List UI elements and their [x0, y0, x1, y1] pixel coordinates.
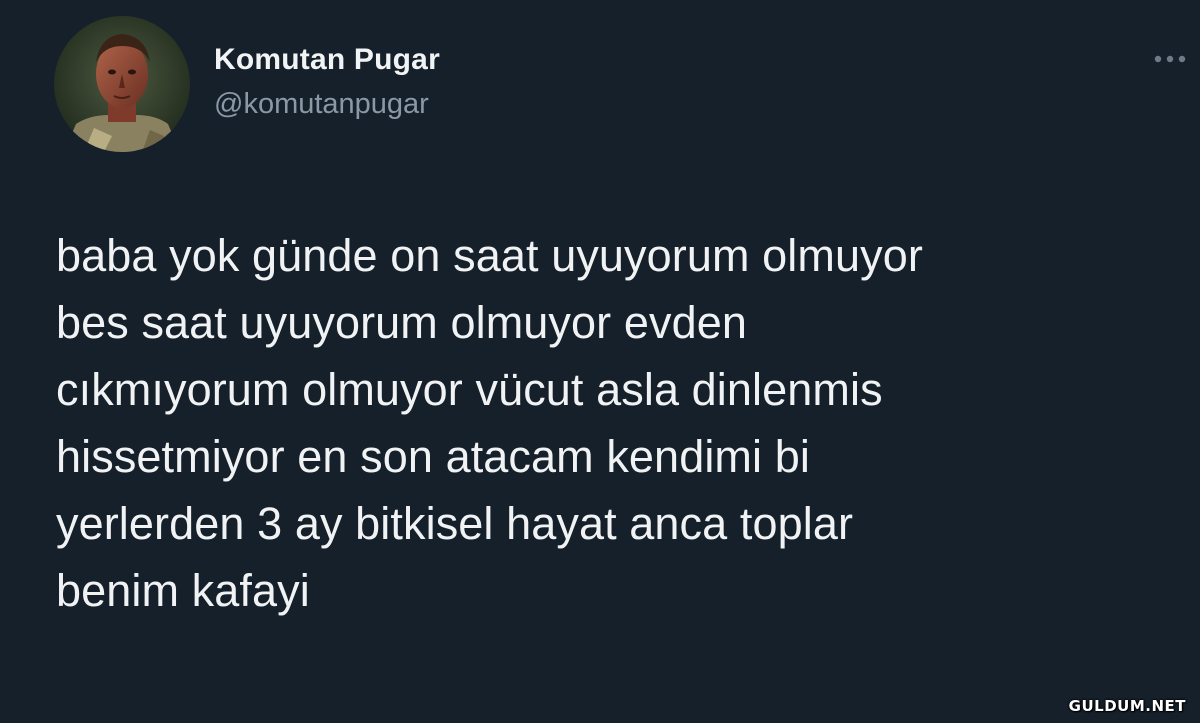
watermark: GULDUM.NET	[1068, 697, 1186, 715]
author-display-name[interactable]: Komutan Pugar	[214, 40, 440, 80]
author-block: Komutan Pugar @komutanpugar	[214, 40, 440, 124]
more-options-icon	[1154, 55, 1186, 63]
tweet-card: Komutan Pugar @komutanpugar baba yok gün…	[0, 0, 1200, 723]
avatar[interactable]	[54, 16, 190, 152]
author-handle[interactable]: @komutanpugar	[214, 84, 440, 124]
tweet-text-line: hissetmiyor en son atacam kendimi bi	[56, 431, 810, 482]
tweet-text-line: benim kafayi	[56, 565, 310, 616]
tweet-text: baba yok günde on saat uyuyorum olmuyor …	[56, 222, 1186, 624]
tweet-text-line: cıkmıyorum olmuyor vücut asla dinlenmis	[56, 364, 883, 415]
more-options-button[interactable]	[1148, 44, 1192, 74]
tweet-text-line: yerlerden 3 ay bitkisel hayat anca topla…	[56, 498, 854, 549]
avatar-portrait-icon	[54, 16, 190, 152]
tweet-text-line: baba yok günde on saat uyuyorum olmuyor	[56, 230, 923, 281]
tweet-text-line: bes saat uyuyorum olmuyor evden	[56, 297, 747, 348]
